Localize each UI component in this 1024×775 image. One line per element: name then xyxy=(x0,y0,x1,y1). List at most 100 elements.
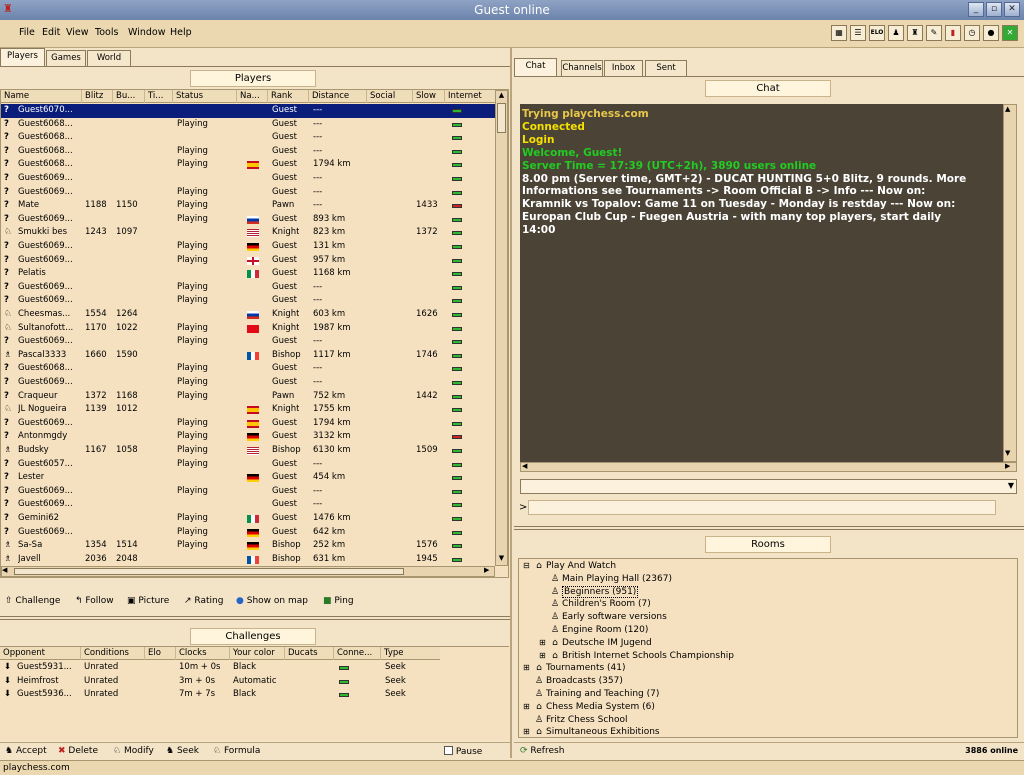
chat-scroll-down-icon[interactable]: ▼ xyxy=(1005,449,1010,457)
room-item[interactable]: ⊟ ⌂ Play And Watch xyxy=(523,561,616,571)
col-name[interactable]: Name xyxy=(1,90,82,103)
tab-inbox[interactable]: Inbox xyxy=(604,60,643,76)
tab-games[interactable]: Games xyxy=(46,50,86,66)
room-item[interactable]: ⊞ ⌂ Tournaments (41) xyxy=(523,663,626,673)
close-button[interactable]: ✕ xyxy=(1004,2,1020,17)
player-row[interactable]: ♗ Pascal3333 1660 1590 Bishop 1117 km 1746 xyxy=(1,349,495,363)
edit-icon[interactable]: ✎ xyxy=(926,25,942,41)
col-your-color[interactable]: Your color xyxy=(230,647,285,660)
col-blitz[interactable]: Blitz xyxy=(82,90,113,103)
col-internet[interactable]: Internet xyxy=(445,90,495,103)
modify-button[interactable]: ♘ Modify xyxy=(113,746,154,756)
chat-vscrollbar[interactable]: ▲ ▼ xyxy=(1003,104,1017,462)
room-item[interactable]: ♙ Engine Room (120) xyxy=(539,625,648,635)
player-row[interactable]: ? Craqueur 1372 1168 Playing Pawn 752 km 1442 xyxy=(1,390,495,404)
col-bullet[interactable]: Bu... xyxy=(113,90,145,103)
room-item[interactable]: ♙ Main Playing Hall (2367) xyxy=(539,574,672,584)
delete-button[interactable]: ✖ Delete xyxy=(58,746,98,756)
player-row[interactable]: ? Guest6068... Playing Guest 1794 km xyxy=(1,158,495,172)
player-row[interactable]: ? Guest6069... Playing Guest --- xyxy=(1,186,495,200)
col-nation[interactable]: Na... xyxy=(237,90,268,103)
col-status[interactable]: Status xyxy=(173,90,237,103)
scroll-left-icon[interactable]: ◀ xyxy=(2,566,12,574)
player-row[interactable]: ? Guest6069... Playing Guest 642 km xyxy=(1,526,495,540)
challenge-row[interactable]: ⬇ Guest5936... Unrated 7m + 7s Black Seek xyxy=(0,688,494,702)
menu-edit[interactable]: Edit xyxy=(42,27,60,38)
player-row[interactable]: ♗ Sa-Sa 1354 1514 Playing Bishop 252 km 1576 xyxy=(1,539,495,553)
room-item[interactable]: ⊞ ⌂ Simultaneous Exhibitions xyxy=(523,727,660,737)
expand-toggle-icon[interactable]: ⊞ xyxy=(539,651,548,660)
menu-help[interactable]: Help xyxy=(170,27,192,38)
col-clocks[interactable]: Clocks xyxy=(176,647,230,660)
player-row[interactable]: ? Guest6068... Playing Guest --- xyxy=(1,362,495,376)
col-elo[interactable]: Elo xyxy=(145,647,176,660)
room-item[interactable]: ♙ Fritz Chess School xyxy=(523,715,628,725)
menu-window[interactable]: Window xyxy=(128,27,165,38)
col-conditions[interactable]: Conditions xyxy=(81,647,145,660)
chat-channel-select[interactable]: ▼ xyxy=(520,479,1017,494)
chat-scroll-up-icon[interactable]: ▲ xyxy=(1005,105,1010,113)
player-row[interactable]: ♘ JL Nogueira 1139 1012 Knight 1755 km xyxy=(1,403,495,417)
refresh-button[interactable]: ⟳ Refresh xyxy=(520,746,564,756)
splitter[interactable] xyxy=(0,616,510,620)
ping-button[interactable]: ■ Ping xyxy=(323,596,354,606)
follow-button[interactable]: ↰ Follow xyxy=(75,596,114,606)
player-row[interactable]: ♗ Budsky 1167 1058 Playing Bishop 6130 km 1509 xyxy=(1,444,495,458)
tab-sent[interactable]: Sent xyxy=(645,60,687,76)
player-row[interactable]: ? Guest6069... Playing Guest --- xyxy=(1,485,495,499)
tournament-icon[interactable]: ♜ xyxy=(907,25,923,41)
expand-toggle-icon[interactable]: ⊞ xyxy=(523,663,532,672)
player-row[interactable]: ♘ Smukki bes 1243 1097 Knight 823 km 1372 xyxy=(1,226,495,240)
player-row[interactable]: ♘ Sultanofott... 1170 1022 Playing Knight 1987… xyxy=(1,322,495,336)
expand-toggle-icon[interactable]: ⊞ xyxy=(539,638,548,647)
accept-button[interactable]: ♞ Accept xyxy=(5,746,47,756)
col-type[interactable]: Type xyxy=(381,647,440,660)
player-row[interactable]: ? Gemini62 Playing Guest 1476 km xyxy=(1,512,495,526)
players-hscroll-thumb[interactable] xyxy=(14,568,404,575)
menu-view[interactable]: View xyxy=(66,27,89,38)
room-item[interactable]: ⊞ ⌂ Deutsche IM Jugend xyxy=(539,638,652,648)
tab-channels[interactable]: Channels xyxy=(561,60,603,76)
tab-world[interactable]: World xyxy=(87,50,131,66)
col-ducats[interactable]: Ducats xyxy=(285,647,334,660)
player-row[interactable]: ? Guest6069... Playing Guest --- xyxy=(1,376,495,390)
stats-icon[interactable]: ▮ xyxy=(945,25,961,41)
info-icon[interactable]: ● xyxy=(983,25,999,41)
chat-scroll-right-icon[interactable]: ▶ xyxy=(1005,462,1010,470)
player-row[interactable]: ? Guest6069... Playing Guest --- xyxy=(1,335,495,349)
player-row[interactable]: ? Guest6070... Guest --- xyxy=(1,104,495,118)
player-row[interactable]: ? Guest6069... Playing Guest 131 km xyxy=(1,240,495,254)
room-item[interactable]: ♙ Early software versions xyxy=(539,612,667,622)
col-distance[interactable]: Distance xyxy=(309,90,367,103)
chat-hscrollbar[interactable]: ◀ ▶ xyxy=(520,462,1017,472)
player-row[interactable]: ? Mate 1188 1150 Playing Pawn --- 1433 xyxy=(1,199,495,213)
room-item[interactable]: ♙ Children's Room (7) xyxy=(539,599,651,609)
player-row[interactable]: ? Guest6069... Playing Guest --- xyxy=(1,281,495,295)
col-connection[interactable]: Conne... xyxy=(334,647,381,660)
col-slow[interactable]: Slow xyxy=(413,90,445,103)
expand-toggle-icon[interactable]: ⊞ xyxy=(523,702,532,711)
exit-icon[interactable]: ✕ xyxy=(1002,25,1018,41)
players-vscroll-thumb[interactable] xyxy=(497,103,506,133)
scroll-right-icon[interactable]: ▶ xyxy=(484,566,494,574)
player-row[interactable]: ? Antonmgdy Playing Guest 3132 km xyxy=(1,430,495,444)
player-row[interactable]: ? Guest6069... Playing Guest 893 km xyxy=(1,213,495,227)
players-hscrollbar[interactable]: ◀ ▶ xyxy=(1,566,495,577)
formula-button[interactable]: ♘ Formula xyxy=(213,746,260,756)
board-icon[interactable]: ▦ xyxy=(831,25,847,41)
players-vscrollbar[interactable]: ▲ ▼ xyxy=(495,90,508,566)
col-title[interactable]: Ti... xyxy=(145,90,173,103)
player-row[interactable]: ♗ Javell 2036 2048 Bishop 631 km 1945 xyxy=(1,553,495,566)
player-icon[interactable]: ♟ xyxy=(888,25,904,41)
pause-checkbox[interactable]: Pause xyxy=(444,746,482,757)
right-splitter[interactable] xyxy=(514,526,1024,530)
challenge-row[interactable]: ⬇ Heimfrost Unrated 3m + 0s Automatic Seek xyxy=(0,675,494,689)
menu-file[interactable]: File xyxy=(19,27,35,38)
col-rank[interactable]: Rank xyxy=(268,90,309,103)
col-opponent[interactable]: Opponent xyxy=(0,647,81,660)
room-item[interactable]: ♙ Training and Teaching (7) xyxy=(523,689,659,699)
player-row[interactable]: ? Guest6069... Playing Guest 957 km xyxy=(1,254,495,268)
clock-icon[interactable]: ◷ xyxy=(964,25,980,41)
player-row[interactable]: ? Guest6068... Playing Guest --- xyxy=(1,118,495,132)
expand-toggle-icon[interactable]: ⊞ xyxy=(523,727,532,736)
